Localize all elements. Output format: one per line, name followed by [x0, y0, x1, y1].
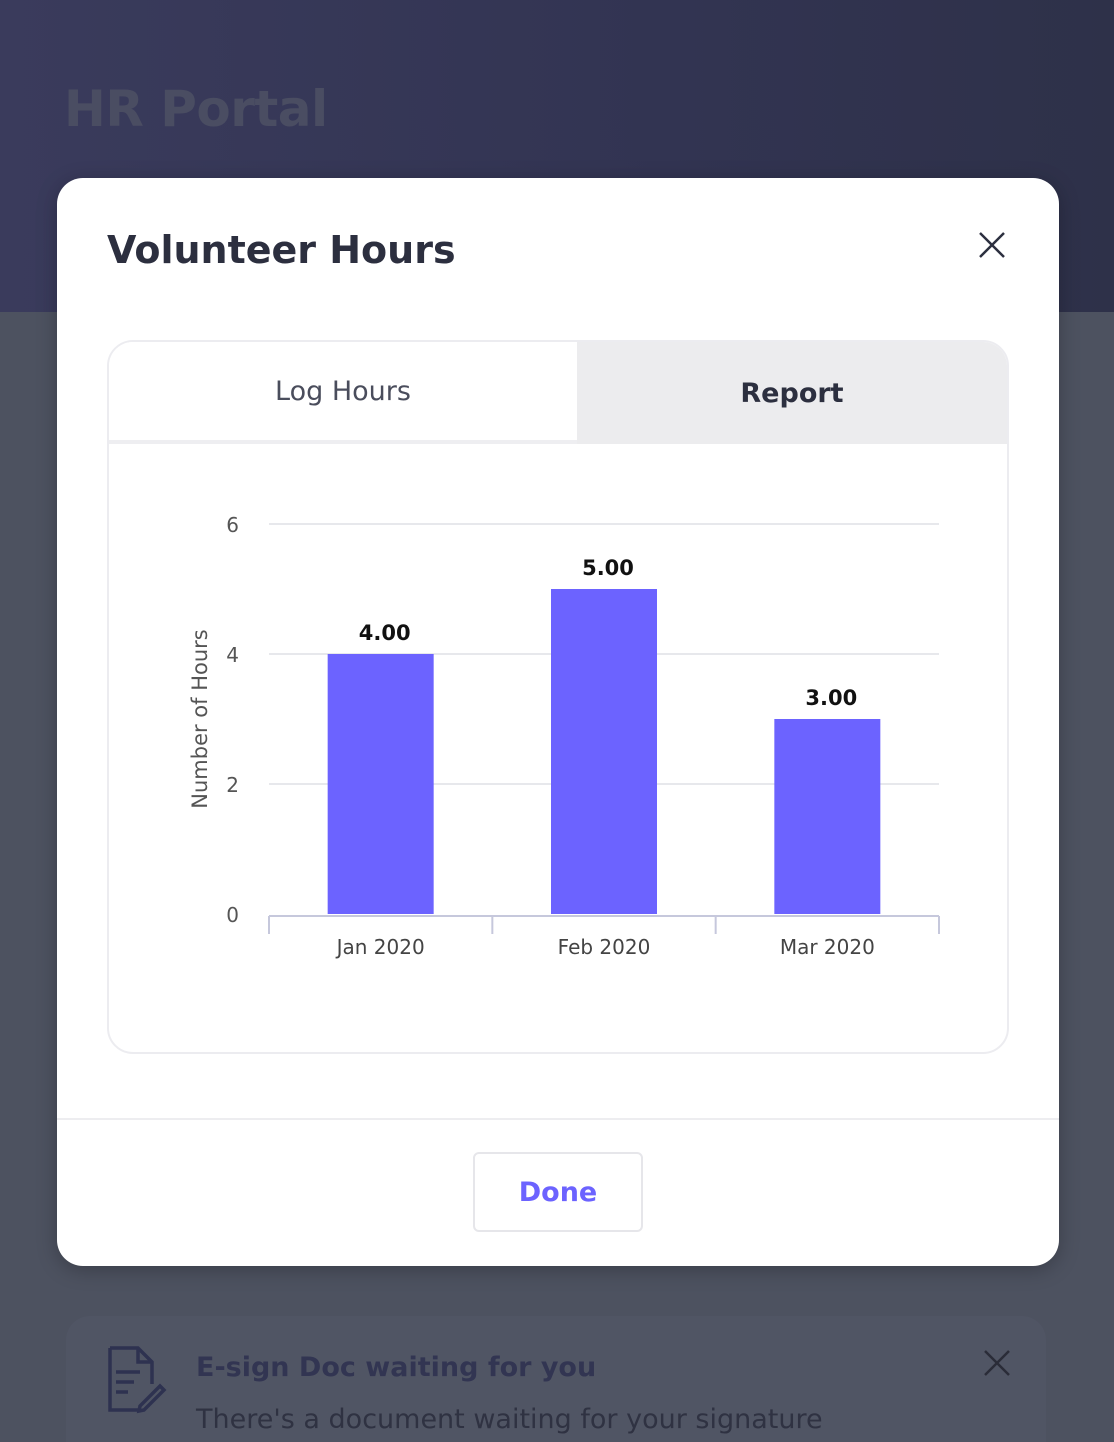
bar: [774, 719, 881, 914]
bar: [551, 589, 657, 914]
notice-text: There's a document waiting for your sign…: [196, 1404, 823, 1435]
footer-divider: [57, 1118, 1059, 1120]
modal-title: Volunteer Hours: [107, 228, 456, 272]
y-axis-title: Number of Hours: [188, 629, 212, 808]
tab-report[interactable]: Report: [577, 342, 1007, 444]
bar-value-label: 3.00: [805, 686, 857, 710]
bar: [327, 654, 434, 914]
close-icon[interactable]: [973, 226, 1011, 264]
y-tick-label: 2: [226, 773, 239, 797]
volunteer-hours-bar-chart: 0 2 4 6 Number of Hours 4.00 Jan 2020 5.00 Feb 2…: [188, 513, 940, 959]
x-tick-label: Feb 2020: [558, 935, 651, 959]
x-tick-label: Jan 2020: [335, 935, 425, 959]
document-sign-icon: [108, 1346, 167, 1414]
bar-value-label: 5.00: [582, 556, 634, 580]
y-tick-label: 4: [226, 643, 239, 667]
bar-value-label: 4.00: [359, 621, 411, 645]
done-button[interactable]: Done: [473, 1152, 643, 1232]
volunteer-hours-modal: Volunteer Hours Log Hours Report 0 2 4 6 Num…: [57, 178, 1059, 1266]
report-card: Log Hours Report 0 2 4 6 Number of Hours 4.00…: [107, 340, 1009, 1054]
y-tick-label: 6: [226, 513, 239, 537]
tab-bar: Log Hours Report: [109, 342, 1007, 444]
notice-close-icon[interactable]: [980, 1346, 1014, 1380]
x-tick-label: Mar 2020: [780, 935, 875, 959]
tab-log-hours[interactable]: Log Hours: [109, 342, 577, 444]
app-title: HR Portal: [64, 80, 328, 138]
y-tick-label: 0: [226, 903, 239, 927]
notice-title: E-sign Doc waiting for you: [196, 1352, 597, 1383]
